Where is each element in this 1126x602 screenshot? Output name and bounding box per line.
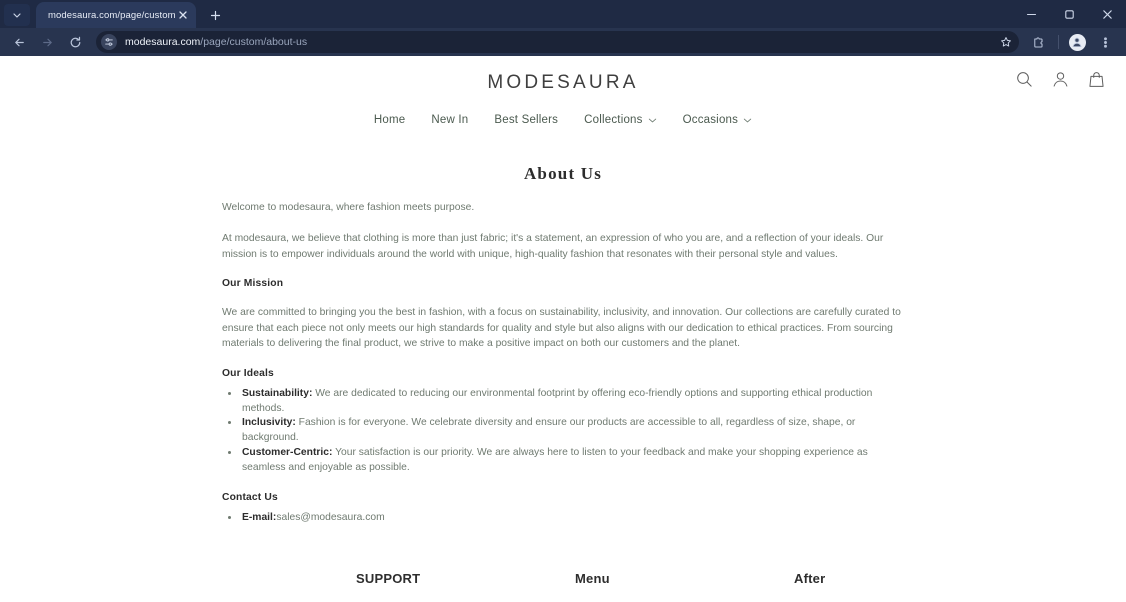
window-minimize-button[interactable]	[1012, 0, 1050, 28]
shopping-bag-glyph	[1089, 72, 1104, 87]
site-settings-icon[interactable]	[101, 34, 117, 50]
ideals-list: Sustainability: We are dedicated to redu…	[222, 387, 904, 477]
site-header: MODESAURA Home New In Best Sellers Colle…	[0, 56, 1126, 126]
mission-paragraph: We are committed to bringing you the bes…	[222, 307, 901, 350]
ideal-text: Fashion is for everyone. We celebrate di…	[242, 417, 856, 444]
tab-close-button[interactable]	[175, 8, 190, 23]
profile-button[interactable]	[1064, 29, 1090, 55]
ideal-text: We are dedicated to reducing our environ…	[242, 387, 873, 414]
browser-toolbar: modesaura.com/page/custom/about-us	[0, 28, 1126, 56]
address-bar[interactable]: modesaura.com/page/custom/about-us	[96, 31, 1019, 53]
plus-icon	[210, 10, 220, 20]
nav-label: Occasions	[682, 114, 739, 126]
bookmark-button[interactable]	[997, 33, 1015, 51]
nav-item-occasions[interactable]: Occasions	[683, 114, 753, 126]
bag-icon[interactable]	[1087, 70, 1106, 89]
contact-list: E-mail:sales@modesaura.com	[222, 512, 904, 523]
window-controls	[1012, 0, 1126, 28]
window-maximize-button[interactable]	[1050, 0, 1088, 28]
arrow-right-icon	[42, 38, 52, 46]
url-path: /page/custom/about-us	[200, 36, 308, 48]
about-paragraph: At modesaura, we believe that clothing i…	[222, 233, 884, 260]
email-value[interactable]: sales@modesaura.com	[276, 512, 384, 523]
ideal-label: Customer-Centric:	[242, 447, 333, 459]
search-glyph	[1017, 72, 1032, 87]
intro-paragraph: Welcome to modesaura, where fashion meet…	[222, 202, 475, 213]
mission-heading: Our Mission	[222, 278, 284, 290]
nav-item-best-sellers[interactable]: Best Sellers	[494, 114, 558, 126]
url-text: modesaura.com/page/custom/about-us	[125, 36, 307, 48]
minimize-icon	[1026, 13, 1036, 15]
ideal-label: Inclusivity:	[242, 417, 296, 429]
tune-icon	[105, 38, 113, 46]
tab-title: modesaura.com/page/custom/	[48, 9, 175, 21]
reload-icon	[70, 36, 80, 47]
nav-item-new-in[interactable]: New In	[431, 114, 468, 126]
footer-column-title: SUPPORT	[356, 571, 421, 587]
toolbar-right-actions	[1025, 29, 1120, 55]
list-item: Sustainability: We are dedicated to redu…	[240, 387, 904, 417]
maximize-icon	[1064, 9, 1074, 19]
person-icon	[1072, 37, 1082, 48]
nav-label: New In	[431, 114, 469, 126]
back-button[interactable]	[6, 29, 32, 55]
browser-tab[interactable]: modesaura.com/page/custom/	[36, 2, 196, 28]
page-content: About Us Welcome to modesaura, where fas…	[0, 164, 1126, 523]
arrow-left-icon	[14, 38, 24, 46]
star-icon	[1001, 37, 1011, 47]
new-tab-button[interactable]	[204, 4, 226, 26]
forward-button[interactable]	[34, 29, 60, 55]
site-footer: SUPPORT About Us Contact Us Menu Privacy…	[0, 571, 1126, 602]
footer-column-after: After Return Policy Shipping Policy	[794, 571, 866, 602]
footer-column-menu: Menu Privacy Policy Terms of Service	[575, 571, 794, 602]
account-icon[interactable]	[1051, 70, 1070, 89]
url-domain: modesaura.com	[125, 36, 201, 48]
nav-label: Best Sellers	[494, 114, 559, 126]
footer-column-support: SUPPORT About Us Contact Us	[356, 571, 575, 602]
toolbar-divider	[1058, 35, 1059, 49]
search-icon[interactable]	[1015, 70, 1034, 89]
avatar	[1068, 33, 1086, 51]
chevron-down-icon	[648, 118, 656, 122]
extensions-button[interactable]	[1025, 29, 1051, 55]
browser-window: modesaura.com/page/custom/ modesaura.com…	[0, 0, 1126, 602]
nav-item-home[interactable]: Home	[374, 114, 405, 126]
nav-label: Collections	[584, 114, 643, 126]
close-icon	[1102, 9, 1112, 19]
browser-menu-button[interactable]	[1092, 29, 1118, 55]
person-glyph	[1053, 72, 1068, 87]
kebab-menu-icon	[1103, 36, 1107, 48]
contact-heading: Contact Us	[222, 492, 278, 504]
ideal-text: Your satisfaction is our priority. We ar…	[242, 447, 868, 474]
site-logo[interactable]: MODESAURA	[0, 72, 1126, 94]
list-item: Customer-Centric: Your satisfaction is o…	[240, 446, 904, 476]
site-navigation: Home New In Best Sellers Collections Occ…	[0, 114, 1126, 126]
ideals-heading: Our Ideals	[222, 367, 274, 379]
reload-button[interactable]	[62, 29, 88, 55]
ideal-label: Sustainability:	[242, 387, 313, 399]
page-title: About Us	[523, 164, 603, 183]
list-item: Inclusivity: Fashion is for everyone. We…	[240, 416, 904, 446]
tab-search-dropdown-button[interactable]	[4, 4, 30, 26]
tab-strip: modesaura.com/page/custom/	[0, 0, 1126, 28]
extensions-puzzle-icon	[1033, 36, 1043, 47]
chevron-down-icon	[13, 13, 21, 18]
header-icon-group	[1015, 70, 1106, 89]
footer-column-title: Menu	[575, 571, 610, 587]
email-label: E-mail:	[242, 512, 277, 524]
page-viewport: MODESAURA Home New In Best Sellers Colle…	[0, 56, 1126, 602]
nav-item-collections[interactable]: Collections	[584, 114, 656, 126]
chevron-down-icon	[743, 118, 752, 122]
close-icon	[178, 11, 187, 19]
nav-label: Home	[373, 114, 406, 126]
footer-column-title: After	[794, 571, 826, 587]
window-close-button[interactable]	[1088, 0, 1126, 28]
list-item: E-mail:sales@modesaura.com	[240, 512, 904, 523]
